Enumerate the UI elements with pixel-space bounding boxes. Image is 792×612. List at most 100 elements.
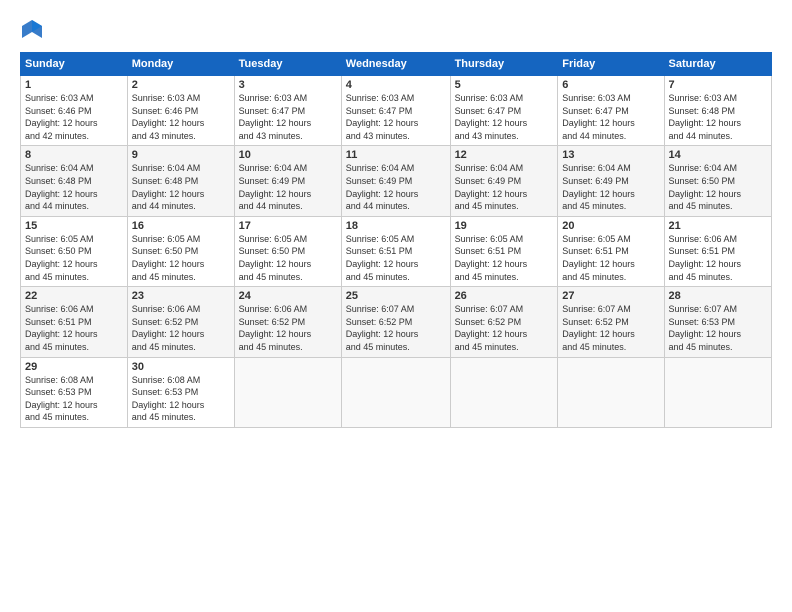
calendar-cell: 14Sunrise: 6:04 AM Sunset: 6:50 PM Dayli… (664, 146, 771, 216)
day-number: 13 (562, 149, 659, 161)
calendar-header-wednesday: Wednesday (341, 53, 450, 76)
day-info: Sunrise: 6:06 AM Sunset: 6:51 PM Dayligh… (669, 233, 767, 283)
day-number: 29 (25, 361, 123, 373)
calendar-week-row: 22Sunrise: 6:06 AM Sunset: 6:51 PM Dayli… (21, 287, 772, 357)
calendar-cell: 26Sunrise: 6:07 AM Sunset: 6:52 PM Dayli… (450, 287, 558, 357)
calendar-cell: 21Sunrise: 6:06 AM Sunset: 6:51 PM Dayli… (664, 216, 771, 286)
calendar-cell: 13Sunrise: 6:04 AM Sunset: 6:49 PM Dayli… (558, 146, 664, 216)
day-info: Sunrise: 6:05 AM Sunset: 6:50 PM Dayligh… (132, 233, 230, 283)
day-info: Sunrise: 6:03 AM Sunset: 6:46 PM Dayligh… (132, 92, 230, 142)
day-number: 22 (25, 290, 123, 302)
day-info: Sunrise: 6:07 AM Sunset: 6:52 PM Dayligh… (455, 303, 554, 353)
day-info: Sunrise: 6:04 AM Sunset: 6:49 PM Dayligh… (346, 162, 446, 212)
day-number: 2 (132, 79, 230, 91)
day-info: Sunrise: 6:04 AM Sunset: 6:49 PM Dayligh… (562, 162, 659, 212)
day-number: 7 (669, 79, 767, 91)
day-number: 3 (239, 79, 337, 91)
calendar-cell: 4Sunrise: 6:03 AM Sunset: 6:47 PM Daylig… (341, 76, 450, 146)
calendar-week-row: 8Sunrise: 6:04 AM Sunset: 6:48 PM Daylig… (21, 146, 772, 216)
day-number: 15 (25, 220, 123, 232)
day-info: Sunrise: 6:04 AM Sunset: 6:49 PM Dayligh… (455, 162, 554, 212)
day-number: 4 (346, 79, 446, 91)
day-number: 12 (455, 149, 554, 161)
calendar-cell: 19Sunrise: 6:05 AM Sunset: 6:51 PM Dayli… (450, 216, 558, 286)
day-number: 9 (132, 149, 230, 161)
day-info: Sunrise: 6:03 AM Sunset: 6:47 PM Dayligh… (455, 92, 554, 142)
calendar-header-monday: Monday (127, 53, 234, 76)
calendar-cell: 9Sunrise: 6:04 AM Sunset: 6:48 PM Daylig… (127, 146, 234, 216)
calendar-cell: 22Sunrise: 6:06 AM Sunset: 6:51 PM Dayli… (21, 287, 128, 357)
day-number: 30 (132, 361, 230, 373)
day-info: Sunrise: 6:06 AM Sunset: 6:52 PM Dayligh… (132, 303, 230, 353)
day-number: 20 (562, 220, 659, 232)
calendar-body: 1Sunrise: 6:03 AM Sunset: 6:46 PM Daylig… (21, 76, 772, 428)
day-number: 10 (239, 149, 337, 161)
day-info: Sunrise: 6:03 AM Sunset: 6:47 PM Dayligh… (346, 92, 446, 142)
day-number: 11 (346, 149, 446, 161)
calendar-cell: 8Sunrise: 6:04 AM Sunset: 6:48 PM Daylig… (21, 146, 128, 216)
day-number: 1 (25, 79, 123, 91)
calendar-cell (558, 357, 664, 427)
day-number: 23 (132, 290, 230, 302)
calendar-cell: 18Sunrise: 6:05 AM Sunset: 6:51 PM Dayli… (341, 216, 450, 286)
day-number: 18 (346, 220, 446, 232)
calendar-cell: 10Sunrise: 6:04 AM Sunset: 6:49 PM Dayli… (234, 146, 341, 216)
calendar-cell: 15Sunrise: 6:05 AM Sunset: 6:50 PM Dayli… (21, 216, 128, 286)
day-number: 21 (669, 220, 767, 232)
day-info: Sunrise: 6:08 AM Sunset: 6:53 PM Dayligh… (25, 374, 123, 424)
calendar-cell (450, 357, 558, 427)
calendar-cell: 16Sunrise: 6:05 AM Sunset: 6:50 PM Dayli… (127, 216, 234, 286)
calendar-week-row: 29Sunrise: 6:08 AM Sunset: 6:53 PM Dayli… (21, 357, 772, 427)
day-number: 14 (669, 149, 767, 161)
calendar-header-thursday: Thursday (450, 53, 558, 76)
calendar-cell: 5Sunrise: 6:03 AM Sunset: 6:47 PM Daylig… (450, 76, 558, 146)
header (20, 18, 772, 42)
day-info: Sunrise: 6:03 AM Sunset: 6:47 PM Dayligh… (562, 92, 659, 142)
day-number: 27 (562, 290, 659, 302)
day-info: Sunrise: 6:07 AM Sunset: 6:52 PM Dayligh… (562, 303, 659, 353)
calendar-cell: 28Sunrise: 6:07 AM Sunset: 6:53 PM Dayli… (664, 287, 771, 357)
calendar-cell: 27Sunrise: 6:07 AM Sunset: 6:52 PM Dayli… (558, 287, 664, 357)
calendar-header-sunday: Sunday (21, 53, 128, 76)
calendar-cell: 24Sunrise: 6:06 AM Sunset: 6:52 PM Dayli… (234, 287, 341, 357)
day-number: 28 (669, 290, 767, 302)
day-info: Sunrise: 6:05 AM Sunset: 6:50 PM Dayligh… (239, 233, 337, 283)
day-number: 16 (132, 220, 230, 232)
day-info: Sunrise: 6:05 AM Sunset: 6:51 PM Dayligh… (346, 233, 446, 283)
calendar-cell: 25Sunrise: 6:07 AM Sunset: 6:52 PM Dayli… (341, 287, 450, 357)
calendar-cell: 29Sunrise: 6:08 AM Sunset: 6:53 PM Dayli… (21, 357, 128, 427)
day-number: 19 (455, 220, 554, 232)
calendar-cell: 23Sunrise: 6:06 AM Sunset: 6:52 PM Dayli… (127, 287, 234, 357)
calendar-cell: 11Sunrise: 6:04 AM Sunset: 6:49 PM Dayli… (341, 146, 450, 216)
day-info: Sunrise: 6:07 AM Sunset: 6:52 PM Dayligh… (346, 303, 446, 353)
calendar-header-row: SundayMondayTuesdayWednesdayThursdayFrid… (21, 53, 772, 76)
day-number: 25 (346, 290, 446, 302)
calendar-header-friday: Friday (558, 53, 664, 76)
calendar-header-saturday: Saturday (664, 53, 771, 76)
calendar-cell: 1Sunrise: 6:03 AM Sunset: 6:46 PM Daylig… (21, 76, 128, 146)
day-info: Sunrise: 6:03 AM Sunset: 6:47 PM Dayligh… (239, 92, 337, 142)
calendar-header-tuesday: Tuesday (234, 53, 341, 76)
calendar-cell: 30Sunrise: 6:08 AM Sunset: 6:53 PM Dayli… (127, 357, 234, 427)
day-info: Sunrise: 6:04 AM Sunset: 6:48 PM Dayligh… (25, 162, 123, 212)
calendar-cell: 20Sunrise: 6:05 AM Sunset: 6:51 PM Dayli… (558, 216, 664, 286)
day-info: Sunrise: 6:05 AM Sunset: 6:50 PM Dayligh… (25, 233, 123, 283)
day-number: 6 (562, 79, 659, 91)
calendar-week-row: 15Sunrise: 6:05 AM Sunset: 6:50 PM Dayli… (21, 216, 772, 286)
calendar-cell: 2Sunrise: 6:03 AM Sunset: 6:46 PM Daylig… (127, 76, 234, 146)
calendar-cell: 17Sunrise: 6:05 AM Sunset: 6:50 PM Dayli… (234, 216, 341, 286)
calendar-cell: 12Sunrise: 6:04 AM Sunset: 6:49 PM Dayli… (450, 146, 558, 216)
page: SundayMondayTuesdayWednesdayThursdayFrid… (0, 0, 792, 612)
day-info: Sunrise: 6:06 AM Sunset: 6:52 PM Dayligh… (239, 303, 337, 353)
calendar-cell: 3Sunrise: 6:03 AM Sunset: 6:47 PM Daylig… (234, 76, 341, 146)
day-info: Sunrise: 6:04 AM Sunset: 6:50 PM Dayligh… (669, 162, 767, 212)
calendar-cell: 7Sunrise: 6:03 AM Sunset: 6:48 PM Daylig… (664, 76, 771, 146)
logo-icon (20, 18, 44, 42)
day-info: Sunrise: 6:03 AM Sunset: 6:46 PM Dayligh… (25, 92, 123, 142)
day-info: Sunrise: 6:07 AM Sunset: 6:53 PM Dayligh… (669, 303, 767, 353)
calendar-week-row: 1Sunrise: 6:03 AM Sunset: 6:46 PM Daylig… (21, 76, 772, 146)
day-info: Sunrise: 6:04 AM Sunset: 6:49 PM Dayligh… (239, 162, 337, 212)
day-info: Sunrise: 6:03 AM Sunset: 6:48 PM Dayligh… (669, 92, 767, 142)
day-info: Sunrise: 6:05 AM Sunset: 6:51 PM Dayligh… (455, 233, 554, 283)
day-info: Sunrise: 6:04 AM Sunset: 6:48 PM Dayligh… (132, 162, 230, 212)
